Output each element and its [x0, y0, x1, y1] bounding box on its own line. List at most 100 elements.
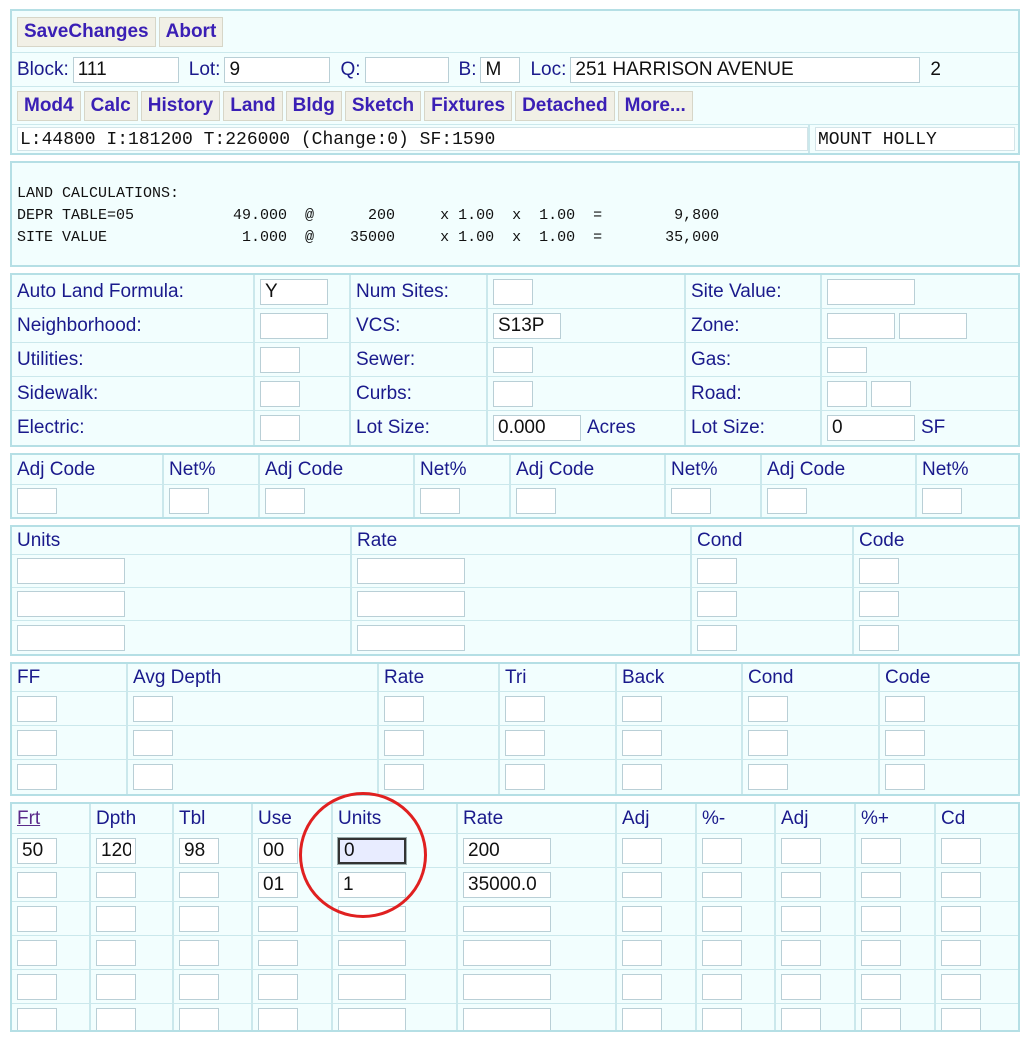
use-input[interactable] [258, 973, 298, 1000]
avg-depth-input[interactable] [133, 695, 173, 722]
dpth-input[interactable] [96, 939, 136, 966]
adj-code-input-4[interactable] [767, 488, 807, 514]
road-input-2[interactable] [871, 380, 911, 407]
rate-input[interactable] [463, 905, 551, 932]
rate-input[interactable] [357, 591, 465, 617]
units-input[interactable] [338, 1008, 406, 1030]
cd-input[interactable] [941, 939, 981, 966]
electric-input[interactable] [260, 415, 300, 441]
units-input[interactable] [338, 973, 406, 1000]
tbl-input[interactable] [179, 973, 219, 1000]
ff-input[interactable] [17, 695, 57, 722]
ff-code-input[interactable] [885, 695, 925, 722]
units-input[interactable] [338, 837, 406, 864]
units-input[interactable] [17, 591, 125, 617]
code-input[interactable] [859, 624, 899, 651]
lot-size-sf-input[interactable] [827, 415, 915, 441]
frt-input[interactable] [17, 837, 57, 864]
tri-input[interactable] [505, 764, 545, 790]
adj-code-input-3[interactable] [516, 488, 556, 514]
back-input[interactable] [622, 764, 662, 790]
pct-plus-input[interactable] [861, 1008, 901, 1030]
adj-minus-input[interactable] [622, 1008, 662, 1030]
pct-plus-input[interactable] [861, 871, 901, 898]
units-input[interactable] [17, 624, 125, 651]
tbl-input[interactable] [179, 905, 219, 932]
tbl-input[interactable] [179, 837, 219, 864]
adj-code-input-1[interactable] [17, 488, 57, 514]
pct-minus-input[interactable] [702, 837, 742, 864]
ff-code-input[interactable] [885, 764, 925, 790]
rate-input[interactable] [463, 871, 551, 898]
adj-minus-input[interactable] [622, 973, 662, 1000]
units-input[interactable] [338, 905, 406, 932]
cond-input[interactable] [697, 591, 737, 617]
code-input[interactable] [859, 591, 899, 617]
pct-plus-input[interactable] [861, 939, 901, 966]
sewer-input[interactable] [493, 346, 533, 373]
cd-input[interactable] [941, 1008, 981, 1030]
ff-cond-input[interactable] [748, 695, 788, 722]
tri-input[interactable] [505, 729, 545, 756]
pct-minus-input[interactable] [702, 973, 742, 1000]
pct-minus-input[interactable] [702, 905, 742, 932]
pct-minus-input[interactable] [702, 939, 742, 966]
units-input[interactable] [338, 871, 406, 898]
cd-input[interactable] [941, 837, 981, 864]
adj-plus-input[interactable] [781, 973, 821, 1000]
abort-button[interactable]: Abort [158, 16, 224, 47]
mod4-button[interactable]: Mod4 [17, 90, 81, 121]
pct-minus-input[interactable] [702, 1008, 742, 1030]
frt-input[interactable] [17, 1008, 57, 1030]
cd-input[interactable] [941, 973, 981, 1000]
use-input[interactable] [258, 837, 298, 864]
tbl-input[interactable] [179, 871, 219, 898]
ff-rate-input[interactable] [384, 729, 424, 756]
b-input[interactable] [480, 56, 521, 83]
adj-minus-input[interactable] [622, 939, 662, 966]
location-input[interactable] [570, 56, 921, 83]
code-input[interactable] [859, 558, 899, 584]
more-button[interactable]: More... [617, 90, 693, 121]
units-input[interactable] [338, 939, 406, 966]
dpth-input[interactable] [96, 973, 136, 1000]
units-input[interactable] [17, 558, 125, 584]
ff-cond-input[interactable] [748, 764, 788, 790]
q-input[interactable] [364, 56, 449, 83]
ff-input[interactable] [17, 729, 57, 756]
net-pct-input-2[interactable] [420, 488, 460, 514]
ff-input[interactable] [17, 764, 57, 790]
use-input[interactable] [258, 871, 298, 898]
adj-code-input-2[interactable] [265, 488, 305, 514]
frt-header-link[interactable]: Frt [17, 808, 40, 830]
auto-land-formula-input[interactable] [260, 278, 328, 305]
pct-plus-input[interactable] [861, 973, 901, 1000]
adj-plus-input[interactable] [781, 871, 821, 898]
frt-input[interactable] [17, 871, 57, 898]
detached-button[interactable]: Detached [515, 90, 615, 121]
tbl-input[interactable] [179, 1008, 219, 1030]
use-input[interactable] [258, 1008, 298, 1030]
dpth-input[interactable] [96, 837, 136, 864]
net-pct-input-4[interactable] [922, 488, 962, 514]
bldg-button[interactable]: Bldg [285, 90, 342, 121]
ff-code-input[interactable] [885, 729, 925, 756]
zone-input-1[interactable] [827, 312, 895, 339]
lot-input[interactable] [224, 56, 331, 83]
cd-input[interactable] [941, 871, 981, 898]
land-button[interactable]: Land [223, 90, 283, 121]
net-pct-input-3[interactable] [671, 488, 711, 514]
dpth-input[interactable] [96, 871, 136, 898]
lot-size-acres-input[interactable] [493, 415, 581, 441]
cd-input[interactable] [941, 905, 981, 932]
road-input-1[interactable] [827, 380, 867, 407]
rate-input[interactable] [357, 558, 465, 584]
pct-minus-input[interactable] [702, 871, 742, 898]
gas-input[interactable] [827, 346, 867, 373]
back-input[interactable] [622, 729, 662, 756]
adj-plus-input[interactable] [781, 837, 821, 864]
cond-input[interactable] [697, 624, 737, 651]
block-input[interactable] [72, 56, 179, 83]
use-input[interactable] [258, 905, 298, 932]
zone-input-2[interactable] [899, 312, 967, 339]
